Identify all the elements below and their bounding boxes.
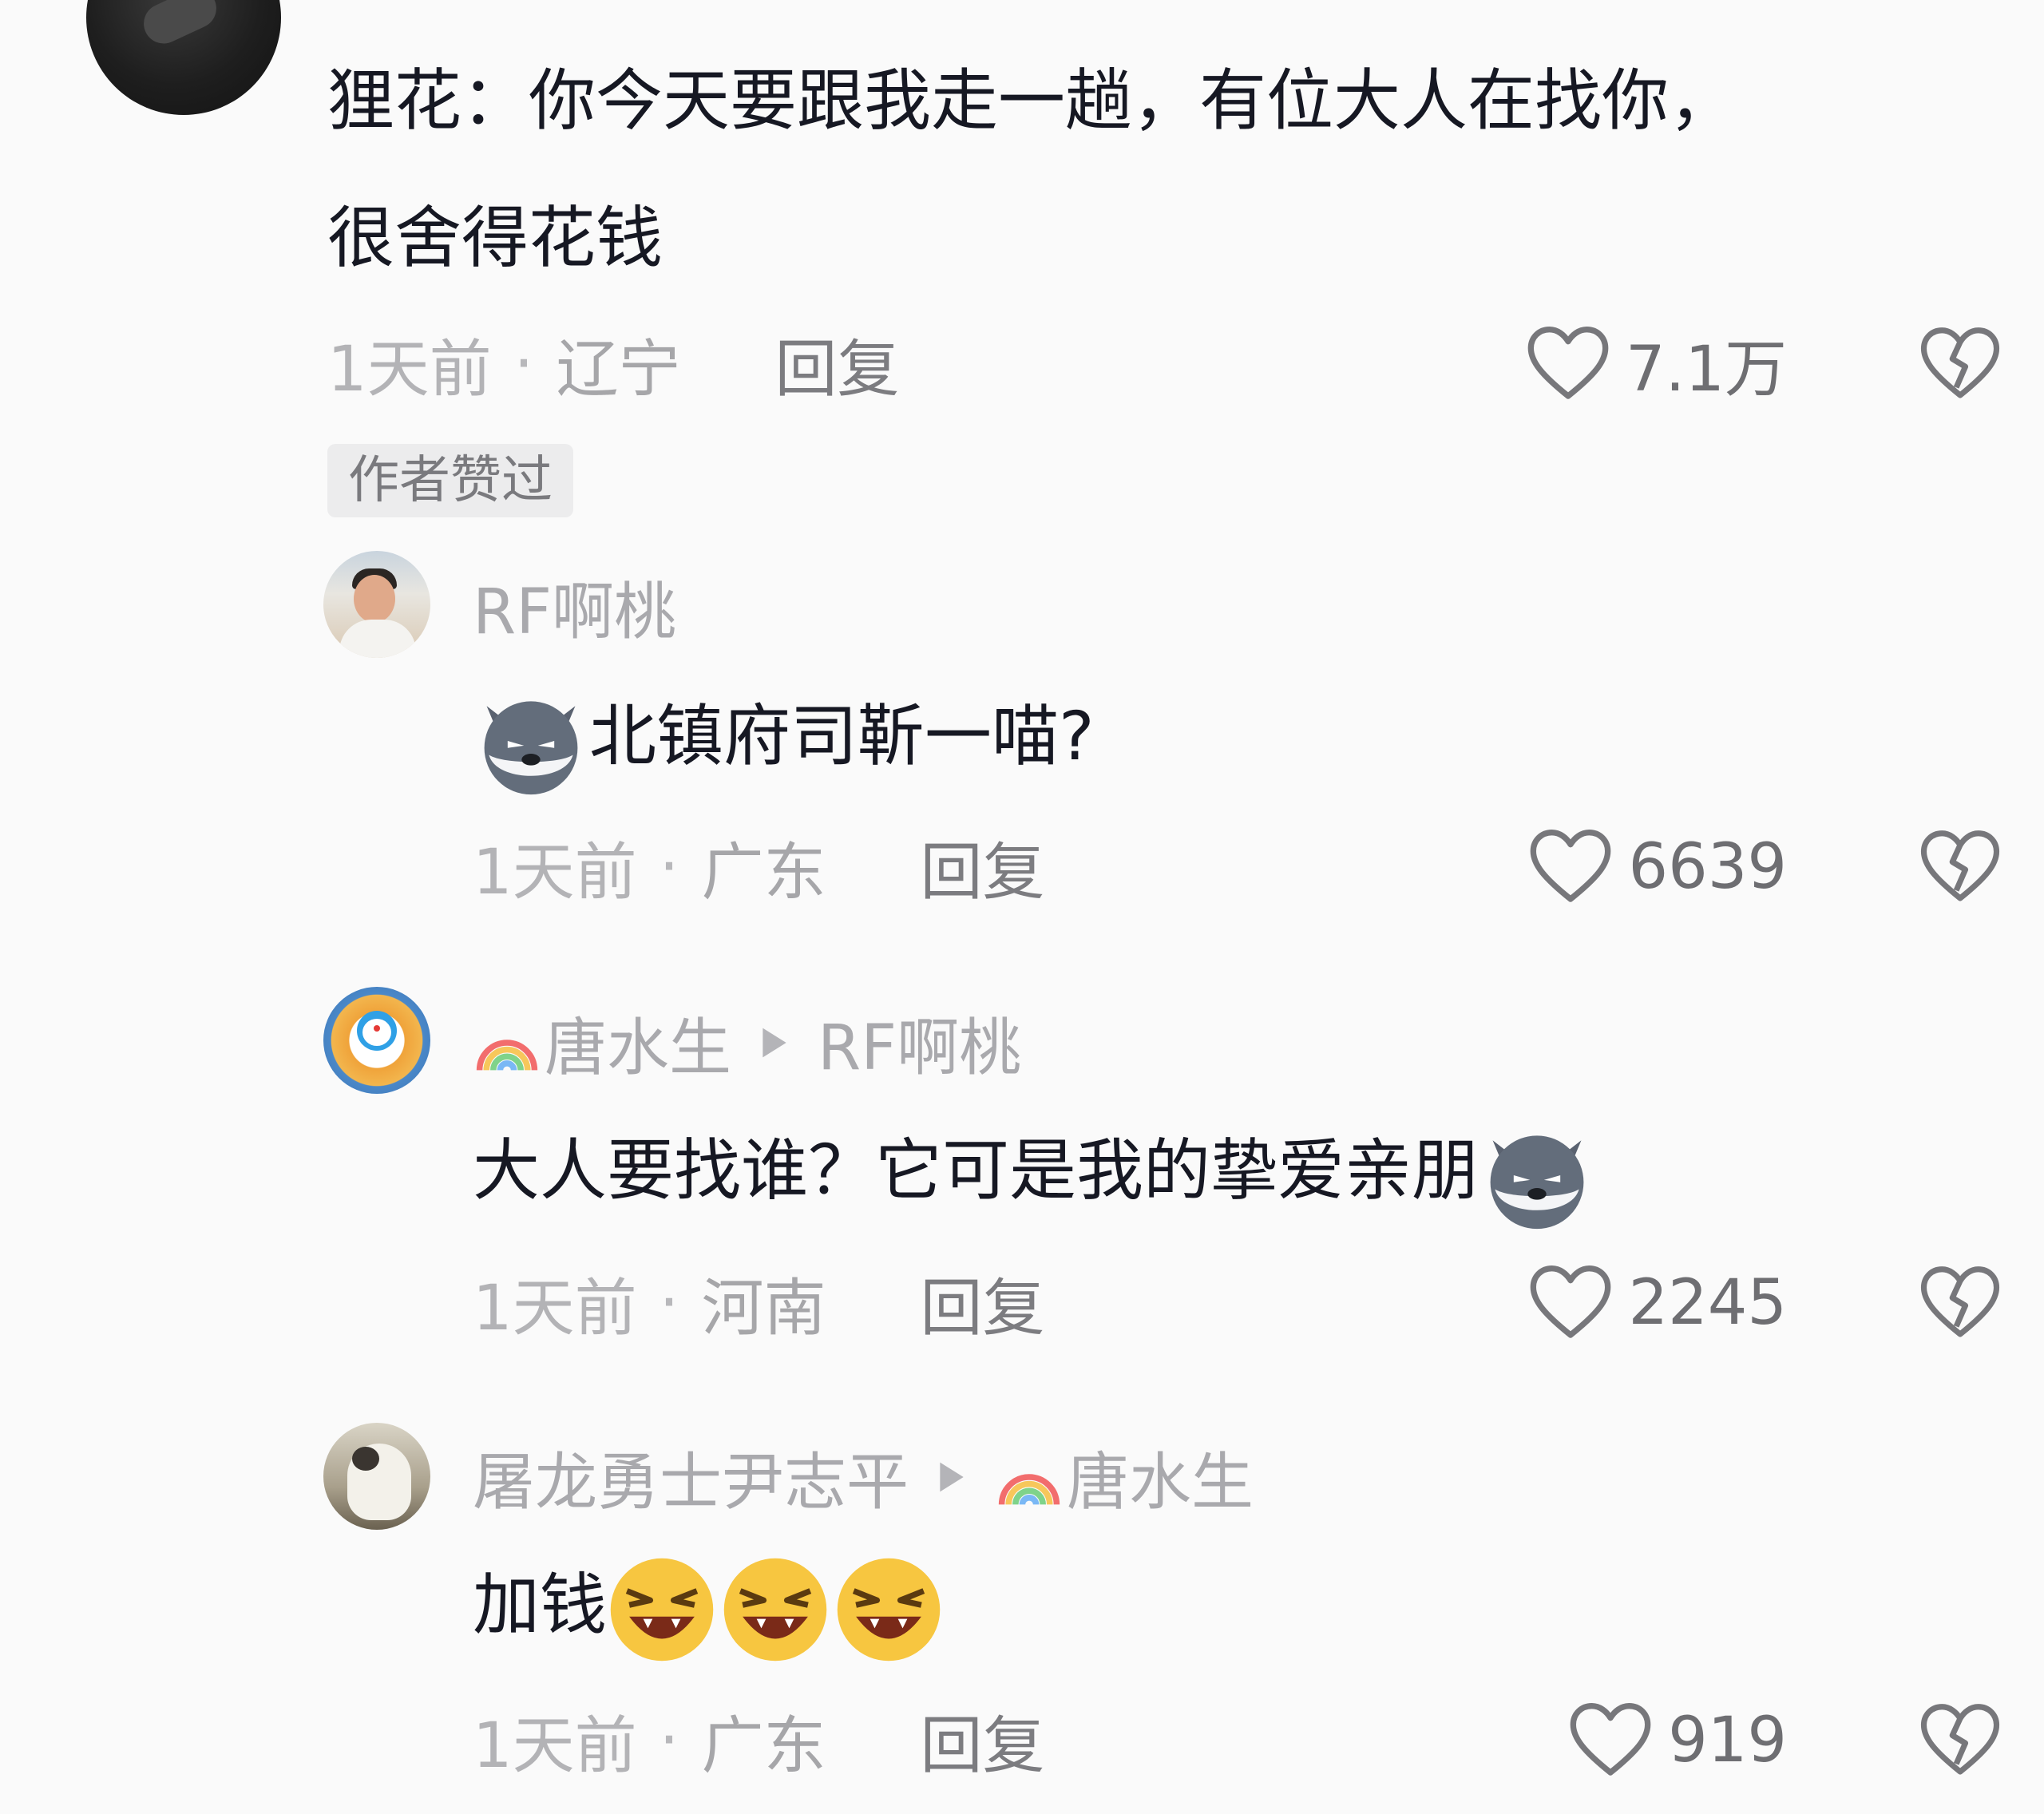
- author-name[interactable]: RF啊桃: [473, 562, 676, 652]
- laughing-emoji: [837, 1558, 941, 1662]
- author-name[interactable]: 屠龙勇士尹志平: [473, 1432, 909, 1522]
- reply-location: 广东: [701, 837, 826, 909]
- reply-to-arrow-icon: [940, 1462, 964, 1492]
- laughing-emoji: [723, 1558, 827, 1662]
- reply-text-content: 北镇府司靳一喵?: [589, 697, 1095, 775]
- heart-icon: [1527, 327, 1609, 399]
- broken-heart-icon: [1920, 1704, 2000, 1775]
- laughing-emoji: [610, 1558, 714, 1662]
- heart-icon: [1570, 1703, 1651, 1776]
- reply-author: 唐水生 RF啊桃: [473, 1003, 1021, 1084]
- reply-meta: 1天前 · 广东 回复: [473, 827, 1044, 909]
- comment-meta: 1天前 · 辽宁 回复: [327, 324, 899, 406]
- broken-heart-icon: [1920, 327, 2000, 398]
- reply-time: 1天前: [473, 837, 637, 909]
- reply-location: 广东: [701, 1710, 826, 1782]
- comment-time: 1天前: [327, 334, 492, 406]
- reply-author[interactable]: RF啊桃: [473, 567, 676, 648]
- meta-separator: ·: [513, 328, 534, 400]
- husky-emoji: [1490, 1135, 1584, 1230]
- like-count: 2245: [1628, 1267, 1787, 1339]
- like-count: 7.1万: [1625, 334, 1787, 406]
- reply-to-arrow-icon: [763, 1028, 786, 1058]
- rainbow-icon: [998, 1474, 1060, 1505]
- meta-separator: ·: [659, 831, 679, 903]
- author-name-cutoff: [327, 0, 759, 3]
- meta-separator: ·: [659, 1705, 679, 1776]
- reply-time: 1天前: [473, 1710, 637, 1782]
- reply-meta: 1天前 · 河南 回复: [473, 1263, 1044, 1345]
- like-count: 919: [1668, 1705, 1787, 1776]
- meta-separator: ·: [659, 1267, 679, 1339]
- like-button[interactable]: 2245: [1527, 1263, 1787, 1343]
- rainbow-icon: [476, 1040, 538, 1071]
- like-button[interactable]: 6639: [1527, 827, 1787, 907]
- dislike-button[interactable]: [1916, 827, 2004, 907]
- author-liked-badge: 作者赞过: [327, 444, 573, 517]
- avatar[interactable]: [86, 0, 281, 115]
- like-button[interactable]: 919: [1567, 1701, 1787, 1780]
- reply-button[interactable]: 回复: [920, 822, 1044, 912]
- comment-text-line-2: 很舍得花钱: [327, 199, 664, 277]
- reply-text: 北镇府司靳一喵?: [473, 667, 1095, 805]
- reply-button[interactable]: 回复: [920, 1696, 1044, 1785]
- reply-time: 1天前: [473, 1273, 637, 1345]
- broken-heart-icon: [1920, 1266, 2000, 1337]
- avatar[interactable]: [323, 551, 430, 658]
- reply-text: 大人要找谁？它可是我的挚爱亲朋: [473, 1102, 1595, 1239]
- reply-author: 屠龙勇士尹志平 唐水生: [473, 1437, 1254, 1519]
- avatar[interactable]: [323, 1423, 430, 1530]
- comment-text-line-1: 狸花：你今天要跟我走一趟，有位大人在找你，: [327, 61, 1737, 140]
- reply-to-name[interactable]: 唐水生: [1067, 1432, 1254, 1522]
- reply-text: 加钱: [473, 1536, 947, 1673]
- heart-icon: [1531, 830, 1611, 902]
- reply-text-content: 大人要找谁？它可是我的挚爱亲朋: [473, 1131, 1480, 1210]
- broken-heart-icon: [1920, 830, 2000, 901]
- reply-button[interactable]: 回复: [774, 319, 899, 409]
- reply-to-name[interactable]: RF啊桃: [818, 998, 1021, 1087]
- author-name[interactable]: 唐水生: [545, 998, 731, 1087]
- comment-thread: 狸花：你今天要跟我走一趟，有位大人在找你， 很舍得花钱 1天前 · 辽宁 回复 …: [0, 0, 2044, 1814]
- comment-location: 辽宁: [556, 334, 681, 406]
- reply-button[interactable]: 回复: [920, 1258, 1044, 1348]
- like-button[interactable]: 7.1万: [1525, 324, 1787, 406]
- dislike-button[interactable]: [1916, 1701, 2004, 1780]
- reply-location: 河南: [701, 1273, 826, 1345]
- dislike-button[interactable]: [1916, 1263, 2004, 1343]
- avatar[interactable]: [323, 987, 430, 1094]
- like-count: 6639: [1628, 831, 1787, 903]
- heart-icon: [1531, 1265, 1611, 1338]
- reply-text-content: 加钱: [473, 1566, 608, 1644]
- husky-emoji: [484, 701, 578, 795]
- reply-meta: 1天前 · 广东 回复: [473, 1701, 1044, 1782]
- dislike-button[interactable]: [1916, 324, 2004, 404]
